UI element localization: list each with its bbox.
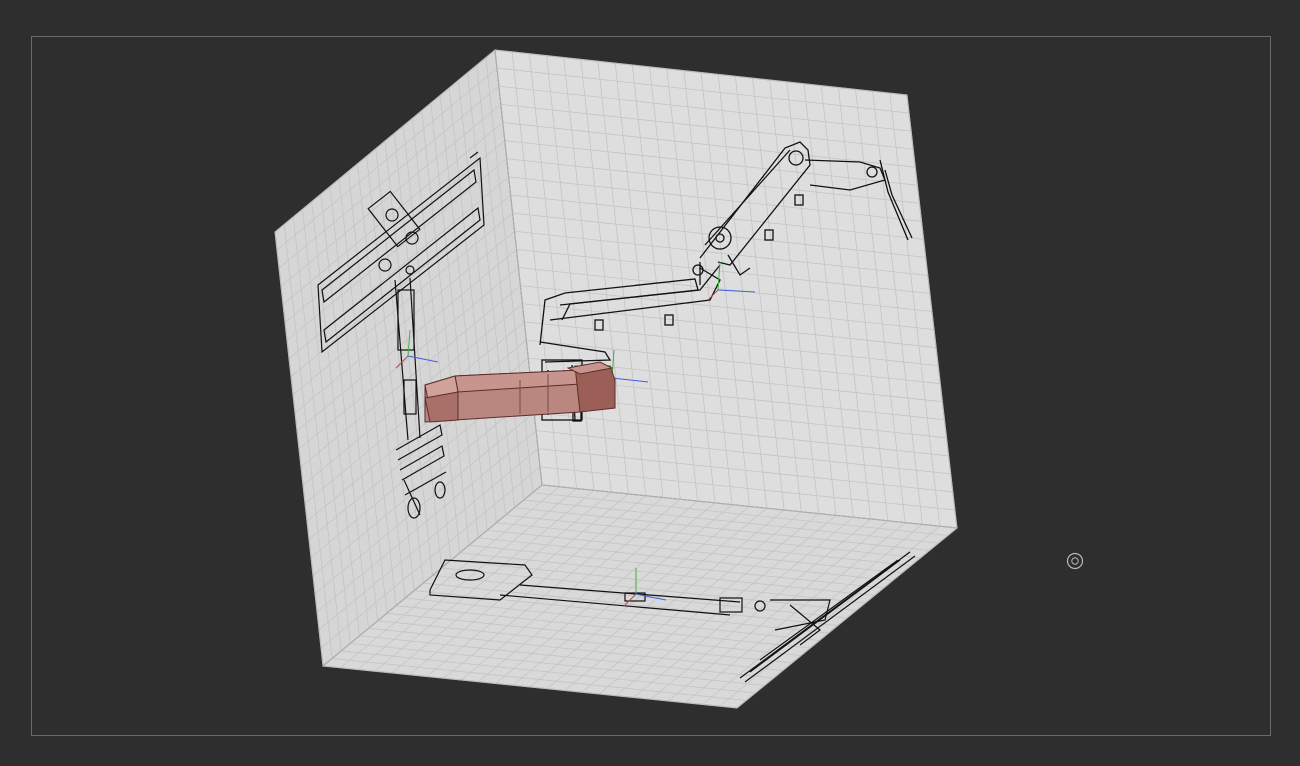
reference-cube-scene[interactable] xyxy=(0,0,1300,766)
3d-viewport[interactable] xyxy=(0,0,1300,766)
orbit-pivot-icon[interactable] xyxy=(1066,552,1084,570)
